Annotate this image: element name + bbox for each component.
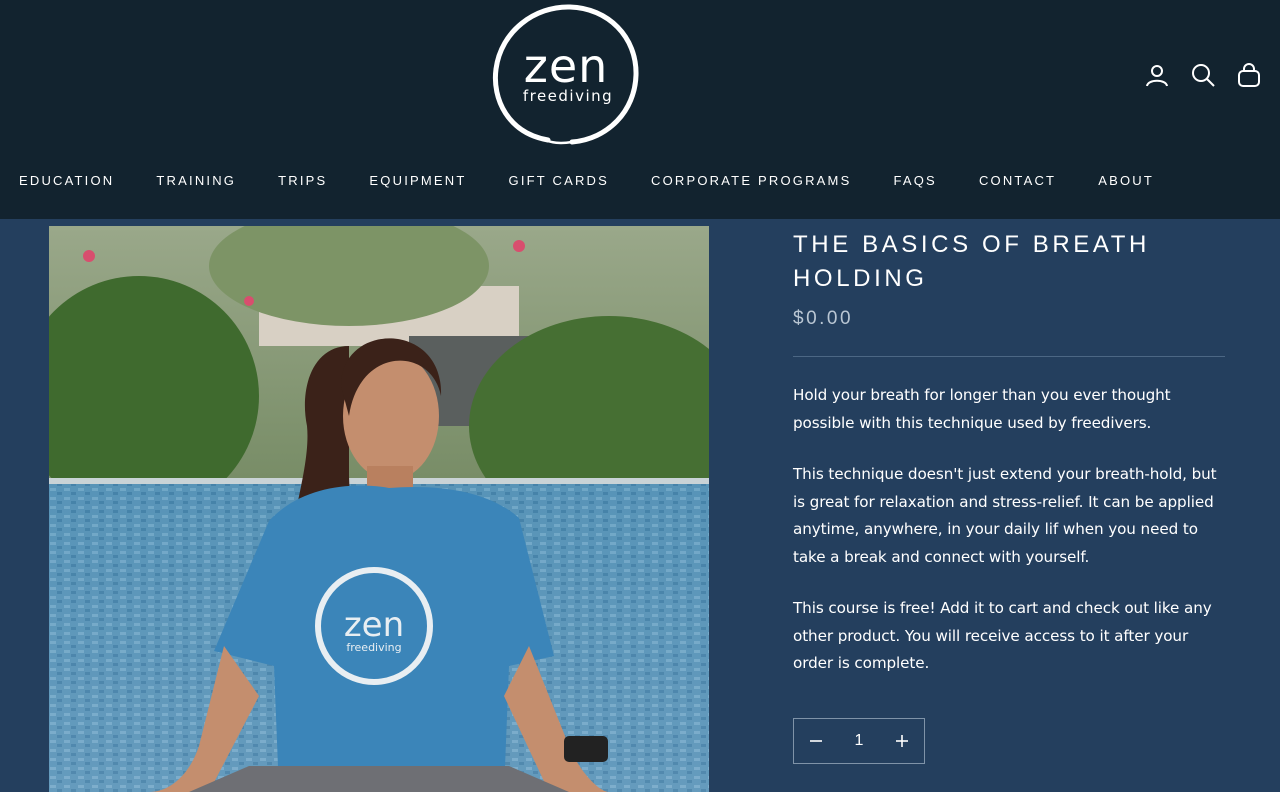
nav-gift-cards[interactable]: GIFT CARDS [509, 173, 610, 188]
nav-about[interactable]: ABOUT [1098, 173, 1154, 188]
main-nav: EDUCATION TRAINING TRIPS EQUIPMENT GIFT … [19, 173, 1196, 188]
description-paragraph: Hold your breath for longer than you eve… [793, 386, 1171, 432]
shopping-bag-icon[interactable] [1236, 62, 1262, 88]
account-icon[interactable] [1144, 62, 1170, 88]
quantity-stepper: 1 [793, 718, 925, 764]
product-image[interactable]: zen freediving [49, 226, 709, 792]
increase-quantity-button[interactable] [892, 731, 912, 751]
shirt-logo-word: zen [344, 605, 404, 645]
logo-word: zen [523, 39, 609, 93]
search-icon[interactable] [1190, 62, 1216, 88]
minus-icon [810, 740, 822, 742]
site-header: zen freediving EDUCATION TRAINING TRIPS … [0, 0, 1280, 219]
header-actions [1144, 62, 1262, 88]
product-price: $0.00 [793, 308, 854, 329]
decrease-quantity-button[interactable] [806, 731, 826, 751]
nav-training[interactable]: TRAINING [156, 173, 236, 188]
nav-education[interactable]: EDUCATION [19, 173, 114, 188]
nav-contact[interactable]: CONTACT [979, 173, 1056, 188]
plus-icon [896, 735, 908, 747]
nav-faqs[interactable]: FAQS [893, 173, 936, 188]
nav-equipment[interactable]: EQUIPMENT [369, 173, 466, 188]
shirt-logo-sub: freediving [346, 641, 401, 654]
nav-trips[interactable]: TRIPS [278, 173, 327, 188]
divider [793, 356, 1225, 357]
product-info: THE BASICS OF BREATH HOLDING $0.00 Hold … [793, 226, 1225, 678]
quantity-value[interactable]: 1 [855, 732, 864, 750]
product-description: Hold your breath for longer than you eve… [793, 382, 1225, 678]
meditation-photo: zen freediving [49, 226, 709, 792]
description-paragraph: This course is free! Add it to cart and … [793, 599, 1212, 672]
description-paragraph: This technique doesn't just extend your … [793, 465, 1217, 566]
logo-subtitle: freediving [522, 87, 614, 105]
product-title: THE BASICS OF BREATH HOLDING [793, 231, 1150, 292]
zen-freediving-logo[interactable]: zen freediving [490, 3, 642, 147]
nav-corporate-programs[interactable]: CORPORATE PROGRAMS [651, 173, 851, 188]
